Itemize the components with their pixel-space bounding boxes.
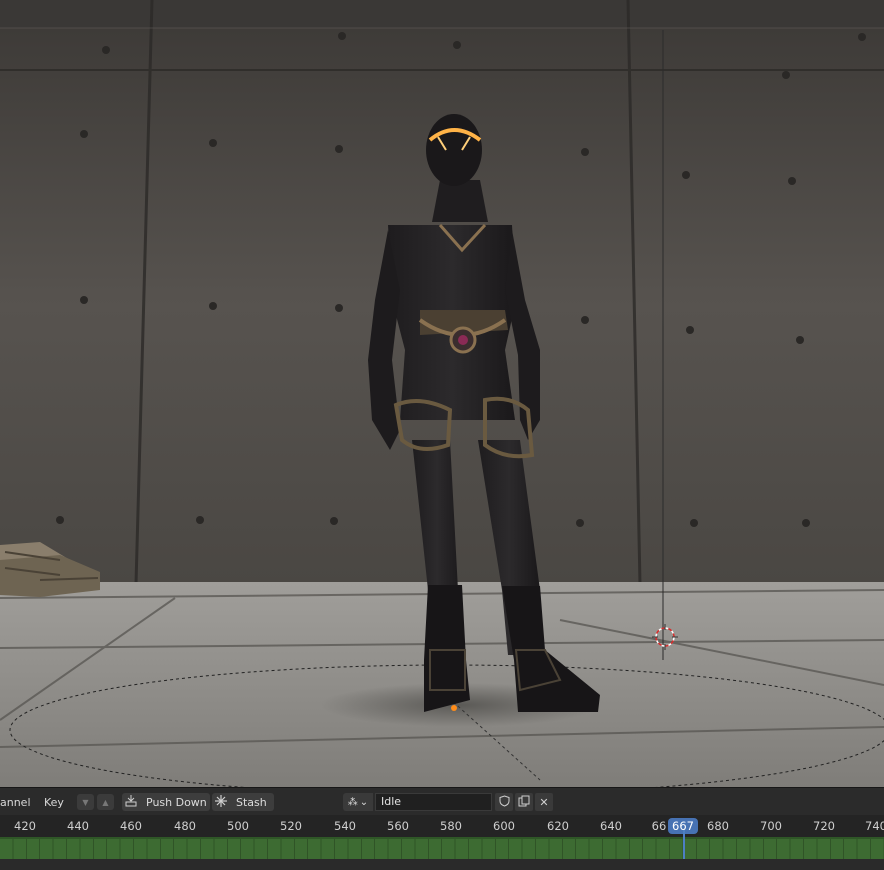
menu-channel[interactable]: annel — [0, 796, 31, 809]
chevron-down-icon: ⌄ — [359, 796, 369, 808]
menu-key[interactable]: Key — [44, 796, 64, 809]
frame-tick: 480 — [174, 819, 196, 833]
move-down-button[interactable]: ▼ — [77, 794, 94, 810]
action-editor-header: annel Key ▼ ▲ Push Down Stash ⁂ ⌄ Idle ✕ — [0, 787, 884, 816]
move-up-button[interactable]: ▲ — [97, 794, 114, 810]
frame-tick: 500 — [227, 819, 249, 833]
fake-user-button[interactable] — [495, 793, 513, 811]
duplicate-icon — [518, 795, 530, 810]
action-browse-dropdown[interactable]: ⁂ ⌄ — [343, 793, 373, 811]
playhead[interactable] — [683, 830, 685, 861]
frame-tick: 520 — [280, 819, 302, 833]
arrow-up-icon: ▲ — [102, 797, 109, 807]
frame-tick: 66 — [651, 819, 667, 833]
frame-tick: 440 — [67, 819, 89, 833]
frame-tick: 540 — [334, 819, 356, 833]
3d-viewport[interactable] — [0, 0, 884, 787]
frame-tick: 560 — [387, 819, 409, 833]
frame-tick: 580 — [440, 819, 462, 833]
push-down-icon — [122, 794, 140, 810]
stash-label: Stash — [236, 795, 267, 809]
unlink-action-button[interactable]: ✕ — [535, 793, 553, 811]
action-name-field[interactable]: Idle — [375, 793, 492, 811]
close-icon: ✕ — [539, 795, 549, 809]
track-divider — [0, 837, 884, 839]
duplicate-action-button[interactable] — [515, 793, 533, 811]
push-down-button[interactable]: Push Down — [122, 793, 210, 811]
frame-tick: 420 — [14, 819, 36, 833]
frame-tick: 720 — [813, 819, 835, 833]
stash-button[interactable]: Stash — [212, 793, 274, 811]
frame-tick: 620 — [547, 819, 569, 833]
shield-icon — [499, 794, 510, 810]
action-type-icon: ⁂ — [347, 796, 358, 808]
frame-tick: 460 — [120, 819, 142, 833]
frame-tick: 600 — [493, 819, 515, 833]
frame-tick: 680 — [707, 819, 729, 833]
frame-tick: 740 — [865, 819, 884, 833]
action-track[interactable] — [0, 837, 884, 859]
arrow-down-icon: ▼ — [82, 797, 89, 807]
stash-icon — [212, 794, 230, 810]
bottom-bar — [0, 859, 884, 870]
frame-tick: 640 — [600, 819, 622, 833]
timeline-ruler[interactable]: 420 440 460 480 500 520 540 560 580 600 … — [0, 815, 884, 837]
push-down-label: Push Down — [146, 795, 207, 809]
frame-tick: 700 — [760, 819, 782, 833]
